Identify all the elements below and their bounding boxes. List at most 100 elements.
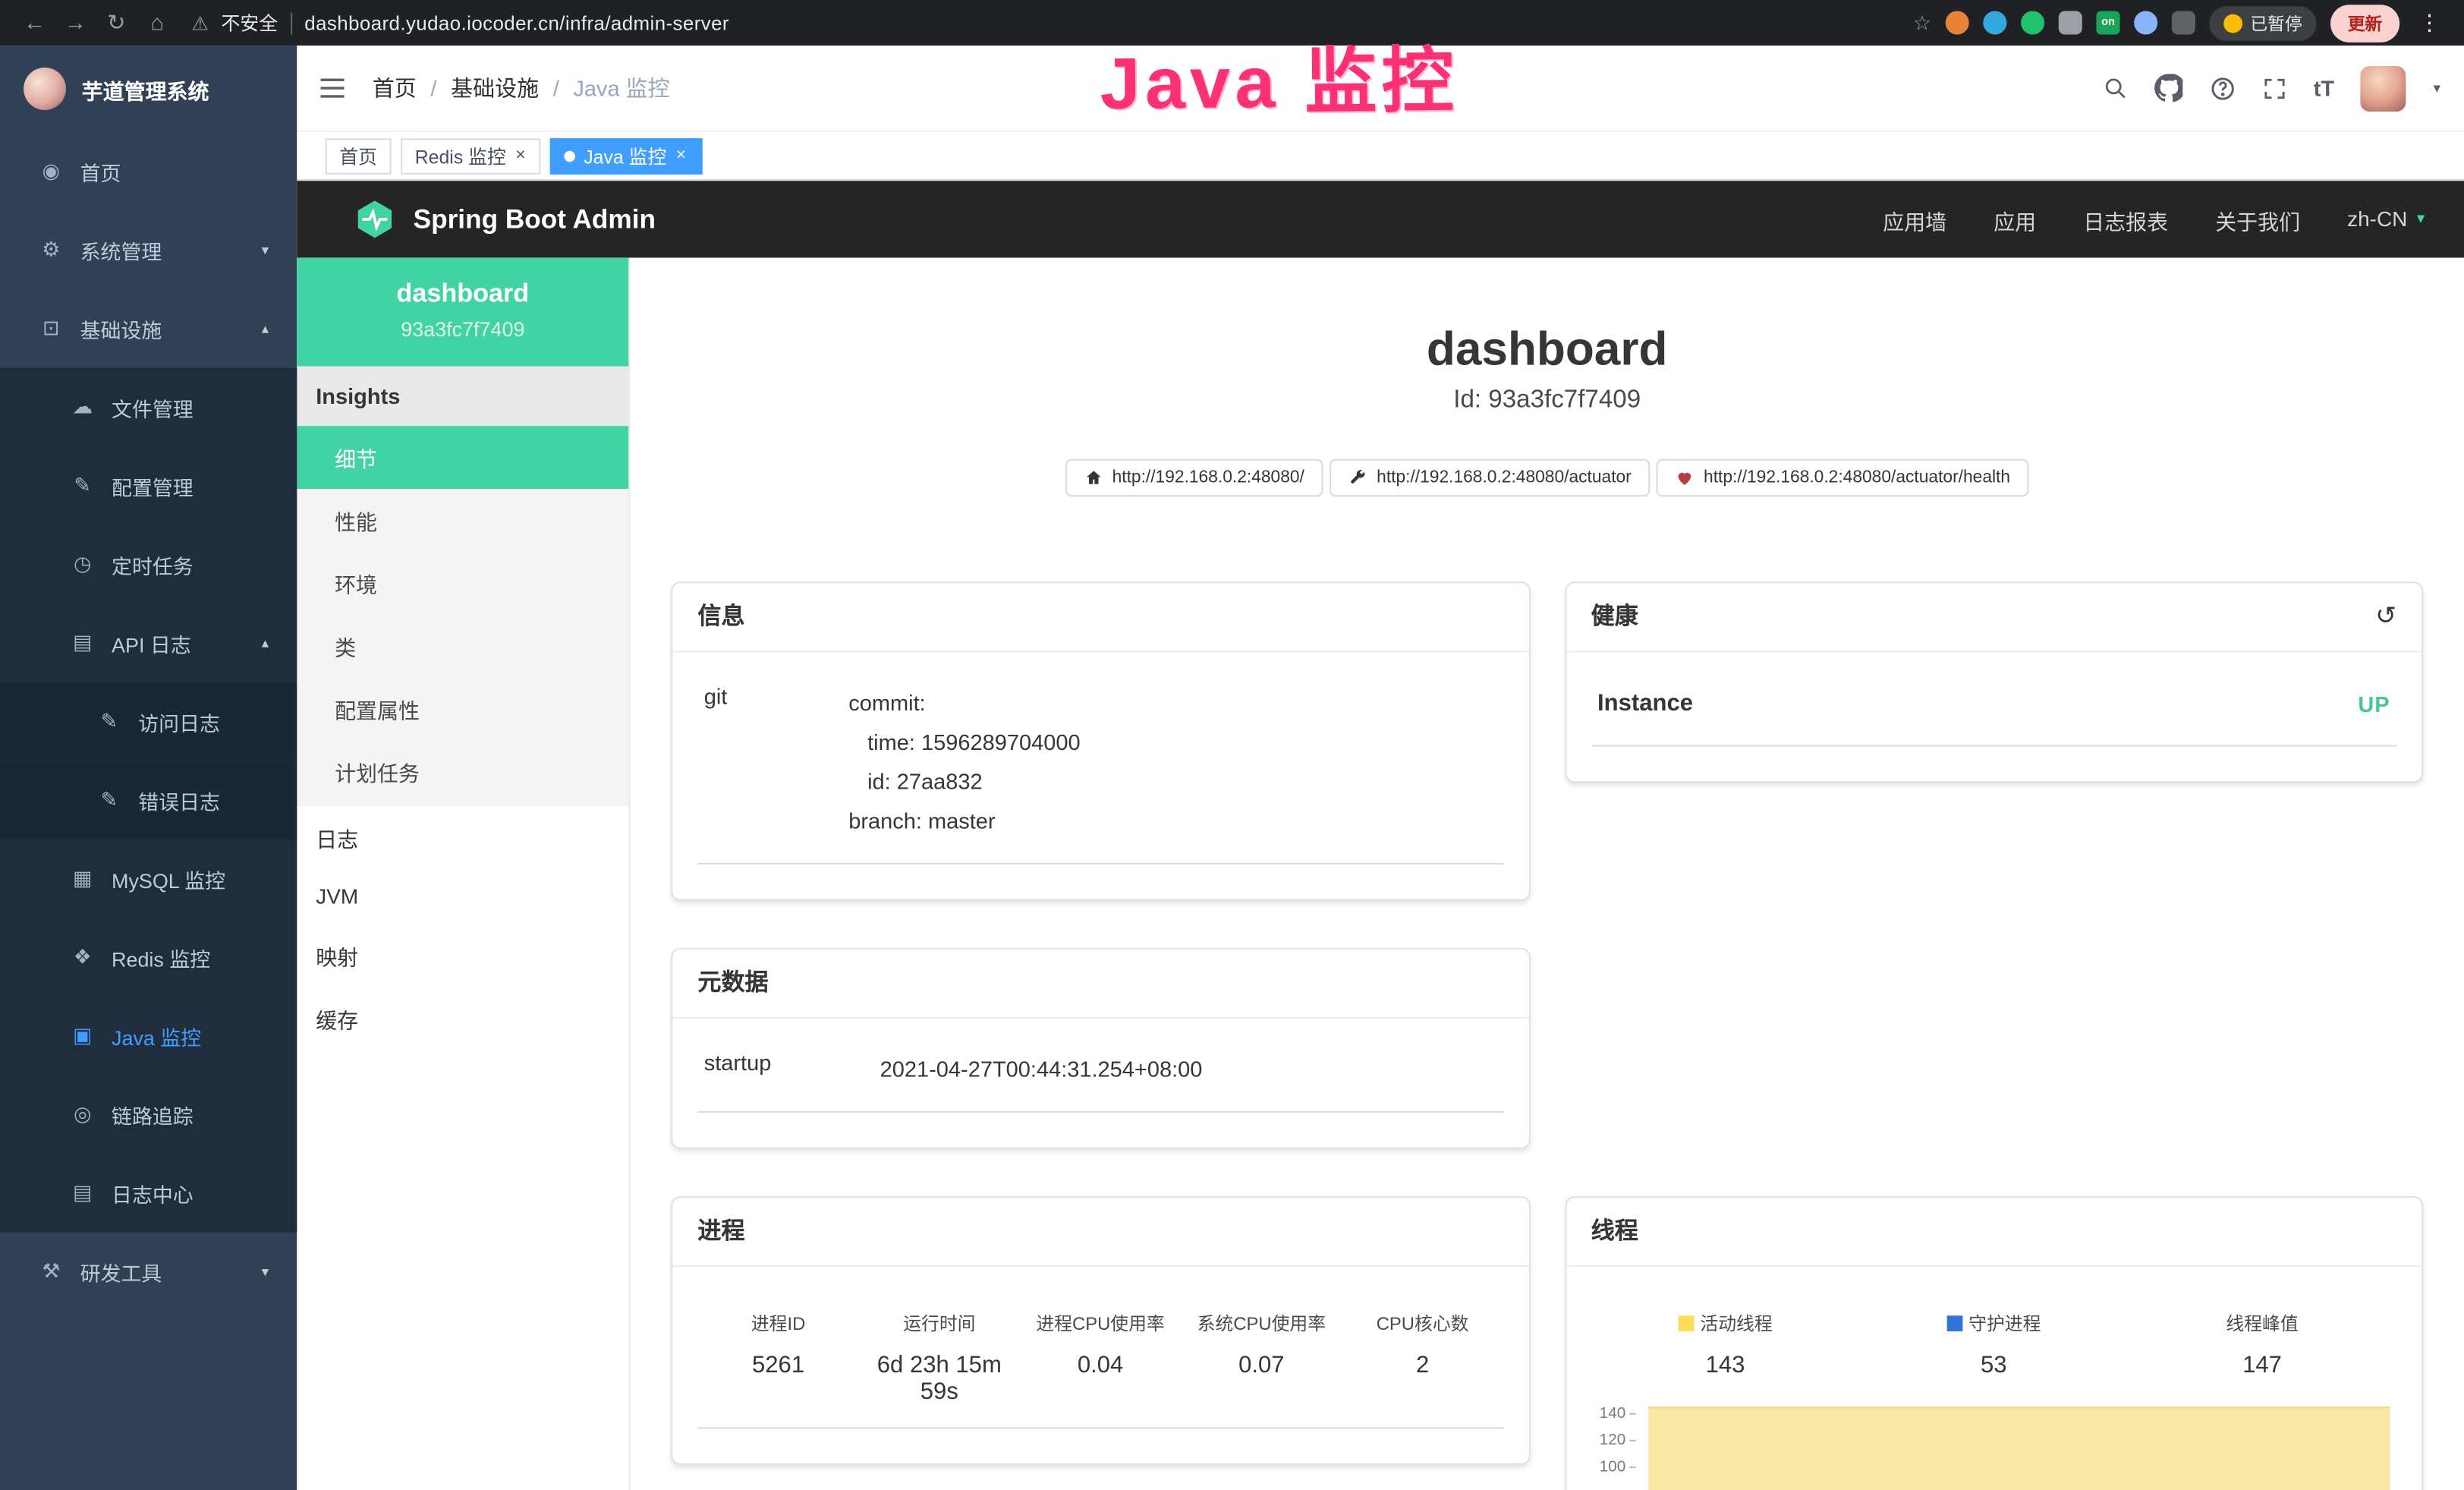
sba-item-caches[interactable]: 缓存 <box>297 987 628 1050</box>
sba-item-scheduled-tasks[interactable]: 计划任务 <box>297 740 628 803</box>
infra-icon: ⊡ <box>39 316 63 341</box>
info-line: id: 27aa832 <box>848 762 1080 802</box>
breadcrumb-home[interactable]: 首页 <box>373 72 417 103</box>
chevron-up-icon: ▴ <box>262 635 269 652</box>
health-instance-row[interactable]: Instance UP <box>1591 665 2396 747</box>
bookmark-star-icon[interactable]: ☆ <box>1913 10 1931 35</box>
threads-legend-label: 活动线程 <box>1700 1311 1772 1336</box>
threads-legend-item: 活动线程 <box>1591 1311 1860 1336</box>
sba-item-config-props[interactable]: 配置属性 <box>297 678 628 741</box>
sba-nav-wallboard[interactable]: 应用墙 <box>1883 203 1946 235</box>
back-icon[interactable]: ← <box>16 0 54 46</box>
sidebar-item-redis-monitor[interactable]: ❖ Redis 监控 <box>0 918 297 997</box>
sidebar-item-api-log[interactable]: ▤ API 日志 ▴ <box>0 603 297 682</box>
sidebar-item-config-manage[interactable]: ✎ 配置管理 <box>0 446 297 525</box>
url-text[interactable]: dashboard.yudao.iocoder.cn/infra/admin-s… <box>304 12 729 34</box>
sidebar-item-access-log[interactable]: ✎ 访问日志 <box>0 682 297 761</box>
sidebar-item-home[interactable]: ◉ 首页 <box>0 132 297 211</box>
metadata-card-body: startup 2021-04-27T00:44:31.254+08:00 <box>672 1019 1528 1148</box>
font-size-icon[interactable]: tT <box>2314 75 2334 100</box>
close-icon[interactable]: × <box>514 147 527 165</box>
close-icon[interactable]: × <box>675 147 688 165</box>
extension-icon-on[interactable]: on <box>2096 11 2119 34</box>
sidebar-item-scheduled-jobs[interactable]: ◷ 定时任务 <box>0 525 297 604</box>
fullscreen-icon[interactable] <box>2263 76 2286 99</box>
reload-icon[interactable]: ↻ <box>97 0 135 46</box>
sidebar-item-infra[interactable]: ⊡ 基础设施 ▴ <box>0 289 297 368</box>
file-icon: ☁ <box>71 395 94 420</box>
sba-item-environment[interactable]: 环境 <box>297 552 628 615</box>
tab-java-monitor[interactable]: Java 监控 × <box>551 137 702 174</box>
gear-icon: ⚙ <box>39 238 63 263</box>
forward-icon[interactable]: → <box>57 0 95 46</box>
process-col-uptime: 运行时间 6d 23h 15m 59s <box>859 1311 1020 1405</box>
info-card-header: 信息 <box>672 583 1528 652</box>
tab-home[interactable]: 首页 <box>326 137 392 174</box>
actuator-url-label: http://192.168.0.2:48080/actuator <box>1377 468 1632 487</box>
browser-home-icon[interactable]: ⌂ <box>138 0 176 46</box>
hamburger-icon[interactable] <box>320 74 348 102</box>
extension-icon-1[interactable] <box>1946 11 1969 34</box>
health-url-button[interactable]: http://192.168.0.2:48080/actuator/health <box>1657 459 2029 497</box>
sidebar-item-system[interactable]: ⚙ 系统管理 ▾ <box>0 210 297 289</box>
extension-icon-5[interactable] <box>2134 11 2157 34</box>
page-id: Id: 93a3fc7f7409 <box>671 386 2423 414</box>
instance-links: http://192.168.0.2:48080/ http://192.168… <box>671 459 2423 497</box>
actuator-url-button[interactable]: http://192.168.0.2:48080/actuator <box>1330 459 1651 497</box>
sba-item-mappings[interactable]: 映射 <box>297 925 628 988</box>
sba-item-classes[interactable]: 类 <box>297 615 628 678</box>
sidebar-item-mysql-monitor[interactable]: ▦ MySQL 监控 <box>0 840 297 918</box>
process-col-cpu: 进程CPU使用率 0.04 <box>1020 1311 1181 1405</box>
sba-item-metrics[interactable]: 性能 <box>297 489 628 552</box>
extension-icon-4[interactable] <box>2059 11 2082 34</box>
live-threads-swatch-icon <box>1678 1315 1694 1331</box>
extension-icon-3[interactable] <box>2021 11 2044 34</box>
chevron-down-icon: ▾ <box>2417 210 2425 228</box>
help-icon[interactable] <box>2210 74 2236 101</box>
sidebar-item-tracing[interactable]: ◎ 链路追踪 <box>0 1075 297 1154</box>
browser-menu-icon[interactable]: ⋮ <box>2414 9 2445 36</box>
threads-chart-yaxis: 140 120 100 <box>1591 1410 1648 1490</box>
extension-icon-2[interactable] <box>1983 11 2006 34</box>
sba-item-logs[interactable]: 日志 <box>297 806 628 869</box>
instance-url-button[interactable]: http://192.168.0.2:48080/ <box>1065 459 1323 497</box>
health-instance-label: Instance <box>1597 690 1693 717</box>
paused-button[interactable]: 已暂停 <box>2210 5 2317 40</box>
sidebar-item-label: Java 监控 <box>112 1021 201 1051</box>
sba-nav-journal[interactable]: 日志报表 <box>2083 203 2168 235</box>
sidebar-item-file-manage[interactable]: ☁ 文件管理 <box>0 368 297 447</box>
sba-logo-icon <box>354 198 396 241</box>
sidebar-item-log-center[interactable]: ▤ 日志中心 <box>0 1154 297 1233</box>
app-logo[interactable]: 芋道管理系统 <box>0 46 297 132</box>
sba-language-select[interactable]: zh-CN ▾ <box>2347 207 2425 231</box>
sba-brand[interactable]: Spring Boot Admin <box>354 198 656 241</box>
breadcrumb-infra[interactable]: 基础设施 <box>451 72 539 103</box>
sba-nav-about[interactable]: 关于我们 <box>2215 203 2300 235</box>
github-icon[interactable] <box>2155 74 2183 102</box>
tabs-bar: 首页 Redis 监控 × Java 监控 × <box>297 132 2464 181</box>
sidebar-item-java-monitor[interactable]: ▣ Java 监控 <box>0 997 297 1076</box>
update-button[interactable]: 更新 <box>2330 4 2399 42</box>
sba-body: dashboard 93a3fc7f7409 Insights 细节 性能 环境… <box>297 258 2464 1490</box>
sba-header: Spring Boot Admin 应用墙 应用 日志报表 关于我们 zh-CN… <box>297 181 2464 257</box>
health-url-label: http://192.168.0.2:48080/actuator/health <box>1704 468 2010 487</box>
home-icon <box>1084 468 1103 487</box>
sba-item-jvm[interactable]: JVM <box>297 869 628 924</box>
sidebar-item-dev-tools[interactable]: ⚒ 研发工具 ▾ <box>0 1233 297 1312</box>
search-icon[interactable] <box>2103 75 2128 100</box>
mysql-icon: ▦ <box>71 866 94 891</box>
security-label[interactable]: 不安全 <box>221 9 278 36</box>
sidebar-item-error-log[interactable]: ✎ 错误日志 <box>0 761 297 840</box>
avatar-caret-icon[interactable]: ▾ <box>2434 80 2440 97</box>
sba-sidebar: dashboard 93a3fc7f7409 Insights 细节 性能 环境… <box>297 258 630 1490</box>
user-avatar[interactable] <box>2361 65 2406 111</box>
extension-icon-6[interactable] <box>2172 11 2195 34</box>
sba-item-details[interactable]: 细节 <box>297 426 628 489</box>
sba-nav-applications[interactable]: 应用 <box>1994 203 2036 235</box>
threads-legend-value: 143 <box>1591 1352 1860 1378</box>
history-icon[interactable]: ↺ <box>2375 604 2396 629</box>
sba-app-header[interactable]: dashboard 93a3fc7f7409 <box>297 258 628 367</box>
address-bar[interactable]: ⚠ 不安全 dashboard.yudao.iocoder.cn/infra/a… <box>192 9 1910 36</box>
tab-redis-monitor[interactable]: Redis 监控 × <box>401 137 541 174</box>
sba-nav: 应用墙 应用 日志报表 关于我们 zh-CN ▾ <box>1883 203 2425 235</box>
